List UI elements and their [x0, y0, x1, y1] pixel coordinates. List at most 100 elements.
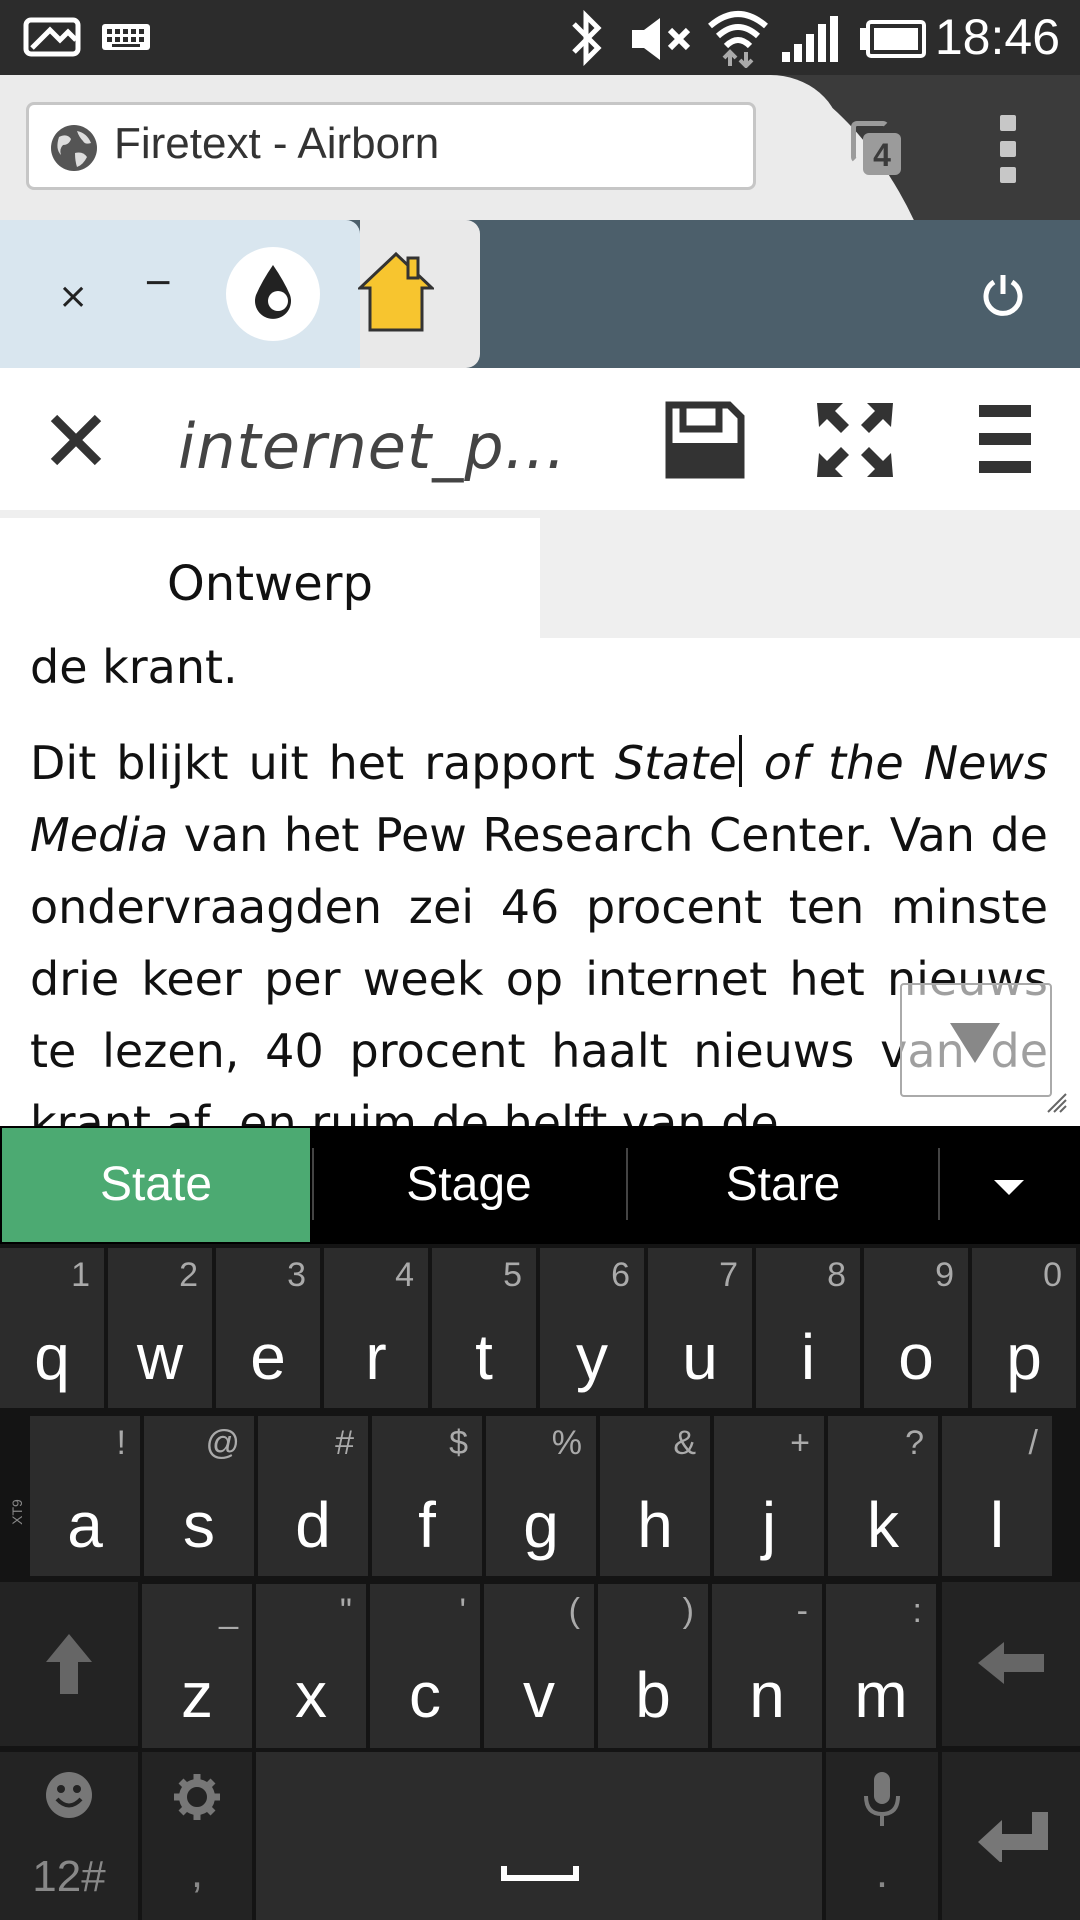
editor-toolbar: internet_p... — [0, 368, 1080, 518]
more-suggestions-button[interactable] — [938, 1126, 1080, 1244]
mic-period-key[interactable]: . — [826, 1752, 938, 1920]
key-alt-label: + — [790, 1424, 810, 1462]
key-q[interactable]: 1q — [0, 1248, 104, 1408]
key-label: c — [409, 1659, 441, 1731]
space-bar-icon — [501, 1866, 579, 1881]
window-close-button[interactable]: × — [58, 276, 88, 317]
fullscreen-icon[interactable] — [815, 401, 895, 479]
hamburger-menu-icon[interactable] — [975, 401, 1035, 479]
editor-tab-bar: Ontwerp — [0, 518, 1080, 638]
key-l[interactable]: / l — [942, 1416, 1052, 1576]
key-f[interactable]: $ f — [372, 1416, 482, 1576]
status-bar: 18:46 — [0, 0, 1080, 75]
window-minimize-button[interactable]: − — [143, 262, 173, 303]
smiley-icon — [46, 1772, 92, 1818]
key-v[interactable]: (v — [484, 1584, 594, 1748]
enter-icon — [978, 1812, 1048, 1862]
key-alt-label: 2 — [179, 1256, 198, 1294]
tab-design-label: Ontwerp — [166, 556, 373, 612]
save-icon[interactable] — [665, 401, 745, 479]
key-d[interactable]: # d — [258, 1416, 368, 1576]
suggestion-1[interactable]: State — [2, 1128, 310, 1242]
key-label: i — [800, 1321, 816, 1393]
key-n[interactable]: -n — [712, 1584, 822, 1748]
airborn-taskbar: × − — [0, 220, 1080, 368]
key-label: g — [523, 1489, 559, 1561]
tab-switcher-button[interactable]: 4 — [843, 115, 909, 181]
key-alt-label: & — [673, 1424, 696, 1462]
key-alt-label: 1 — [71, 1256, 90, 1294]
key-c[interactable]: ' c — [370, 1584, 480, 1748]
firetext-logo-icon — [255, 265, 291, 319]
suggestion-2[interactable]: Stage — [314, 1126, 624, 1244]
key-label: w — [136, 1321, 184, 1393]
settings-comma-key[interactable]: , — [142, 1752, 252, 1920]
document-filename: internet_p... — [178, 410, 567, 483]
key-alt-label: 3 — [287, 1256, 306, 1294]
key-alt-label: % — [551, 1424, 582, 1462]
key-label: z — [181, 1659, 213, 1731]
enter-key[interactable] — [942, 1752, 1080, 1920]
symbols-key[interactable]: 12# — [0, 1752, 138, 1920]
shift-arrow-icon — [46, 1634, 92, 1694]
key-i[interactable]: 8i — [756, 1248, 860, 1408]
firetext-app-button[interactable] — [226, 247, 320, 341]
shift-key[interactable] — [0, 1582, 138, 1746]
scroll-down-button[interactable] — [900, 983, 1052, 1097]
key-h[interactable]: & h — [600, 1416, 710, 1576]
key-w[interactable]: 2w — [108, 1248, 212, 1408]
url-text: Firetext - Airborn — [114, 119, 440, 168]
backspace-key[interactable] — [942, 1582, 1080, 1746]
bluetooth-icon — [572, 10, 602, 66]
tab-design[interactable]: Ontwerp — [0, 518, 540, 638]
key-alt-label: ( — [568, 1592, 580, 1630]
browser-menu-button[interactable] — [990, 115, 1026, 185]
key-p[interactable]: 0p — [972, 1248, 1076, 1408]
power-icon[interactable] — [980, 272, 1026, 318]
key-j[interactable]: + j — [714, 1416, 824, 1576]
key-z[interactable]: _ z — [142, 1584, 252, 1748]
url-bar[interactable]: Firetext - Airborn — [26, 102, 756, 190]
key-e[interactable]: 3e — [216, 1248, 320, 1408]
key-alt-label: 0 — [1043, 1256, 1062, 1294]
key-m[interactable]: :m — [826, 1584, 936, 1748]
image-notification-icon — [23, 17, 81, 57]
key-alt-label: 5 — [503, 1256, 522, 1294]
document-body[interactable]: de krant. Dit blijkt uit het rapport Sta… — [30, 638, 1048, 1126]
paragraph: Dit blijkt uit het rapport State of the … — [30, 727, 1048, 1126]
key-alt-label: " — [339, 1592, 352, 1630]
key-b[interactable]: ) b — [598, 1584, 708, 1748]
key-label: d — [295, 1489, 331, 1561]
key-label: l — [989, 1489, 1005, 1561]
key-label: j — [761, 1489, 777, 1561]
key-label: n — [749, 1659, 785, 1731]
key-g[interactable]: % g — [486, 1416, 596, 1576]
close-document-icon[interactable] — [46, 410, 106, 470]
battery-icon — [860, 20, 926, 58]
key-label: h — [637, 1489, 673, 1561]
browser-toolbar: Firetext - Airborn 4 — [0, 75, 1080, 220]
key-alt-label: 7 — [719, 1256, 738, 1294]
key-label: v — [523, 1659, 555, 1731]
suggestion-3[interactable]: Stare — [628, 1126, 938, 1244]
key-k[interactable]: ? k — [828, 1416, 938, 1576]
resize-grip-icon[interactable] — [1044, 1090, 1068, 1114]
key-alt-label: _ — [219, 1592, 238, 1630]
key-x[interactable]: " x — [256, 1584, 366, 1748]
dropdown-arrow-icon — [994, 1179, 1024, 1195]
key-t[interactable]: 5t — [432, 1248, 536, 1408]
key-y[interactable]: 6y — [540, 1248, 644, 1408]
key-o[interactable]: 9o — [864, 1248, 968, 1408]
dot — [1000, 115, 1016, 131]
key-s[interactable]: @ s — [144, 1416, 254, 1576]
key-a[interactable]: ! a — [30, 1416, 140, 1576]
signal-icon — [782, 16, 838, 62]
key-alt-label: @ — [205, 1424, 240, 1462]
key-label: o — [898, 1321, 934, 1393]
key-r[interactable]: 4r — [324, 1248, 428, 1408]
key-label: u — [682, 1321, 718, 1393]
home-icon[interactable] — [358, 250, 434, 334]
key-u[interactable]: 7u — [648, 1248, 752, 1408]
space-key[interactable] — [256, 1752, 822, 1920]
key-alt-label: ! — [116, 1424, 126, 1462]
